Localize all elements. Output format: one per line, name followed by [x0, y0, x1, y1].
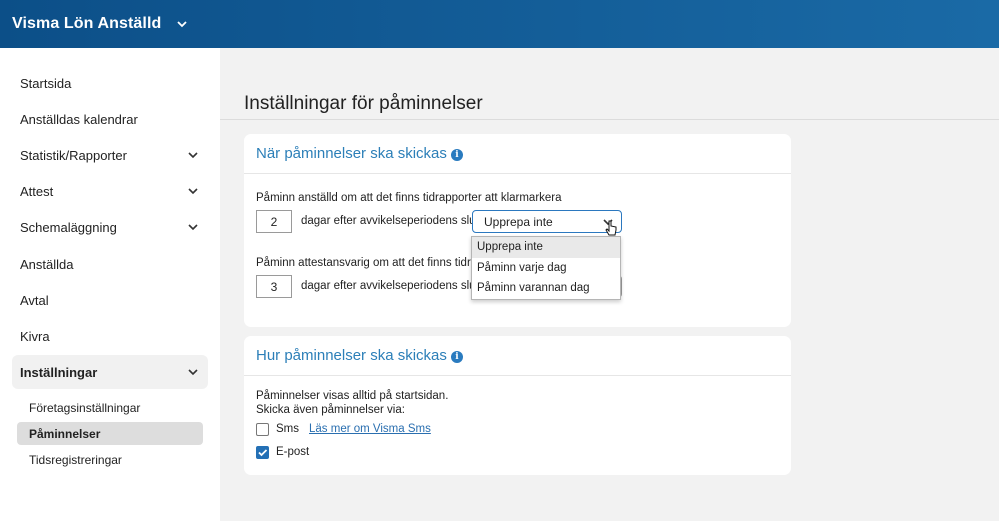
email-label: E-post	[276, 446, 310, 458]
page-title: Inställningar för påminnelser	[244, 93, 483, 114]
sms-checkbox[interactable]	[256, 423, 269, 436]
chevron-down-icon	[186, 148, 200, 162]
sidebar-item-anstallda[interactable]: Anställda	[12, 247, 208, 281]
sms-info-link[interactable]: Läs mer om Visma Sms	[309, 423, 431, 435]
email-checkbox[interactable]	[256, 446, 269, 459]
mouse-cursor-icon	[604, 220, 620, 240]
approver-reminder-label: Påminn attestansvarig om att det finns t…	[256, 257, 490, 269]
card-header: Hur påminnelser ska skickas i	[244, 336, 791, 376]
how-card: Hur påminnelser ska skickas i Påminnelse…	[244, 336, 791, 475]
sidebar-subitem-paminnelser[interactable]: Påminnelser	[17, 422, 203, 445]
sidebar-subitem-label: Företagsinställningar	[29, 400, 141, 415]
sidebar-subitem-label: Tidsregistreringar	[29, 452, 122, 467]
dropdown-option[interactable]: Påminn varannan dag	[472, 278, 620, 299]
sidebar-item-attest[interactable]: Attest	[12, 174, 208, 208]
info-text: Skicka även påminnelser via:	[256, 404, 405, 416]
approver-days-input[interactable]: 3	[256, 275, 292, 298]
sidebar-item-anstalldas-kalendrar[interactable]: Anställdas kalendrar	[12, 102, 208, 136]
card-heading: Hur påminnelser ska skickas	[256, 347, 447, 364]
info-icon[interactable]: i	[450, 350, 463, 363]
sidebar-item-kivra[interactable]: Kivra	[12, 319, 208, 353]
sidebar-item-label: Anställda	[20, 256, 74, 272]
chevron-down-icon	[186, 184, 200, 198]
check-icon	[258, 449, 268, 457]
sidebar-item-label: Schemaläggning	[20, 219, 117, 235]
approver-days-suffix: dagar efter avvikelseperiodens slut	[301, 280, 479, 292]
sidebar-item-label: Avtal	[20, 292, 49, 308]
repeat-dropdown-list: Upprepa inte Påminn varje dag Påminn var…	[471, 236, 621, 300]
sidebar-item-startsida[interactable]: Startsida	[12, 66, 208, 100]
sidebar-item-avtal[interactable]: Avtal	[12, 283, 208, 317]
chevron-down-icon[interactable]	[175, 17, 189, 31]
main-content: Inställningar för påminnelser När påminn…	[220, 48, 999, 521]
app-header: Visma Lön Anställd	[0, 0, 999, 48]
sidebar-item-statistik-rapporter[interactable]: Statistik/Rapporter	[12, 138, 208, 172]
sidebar-item-label: Anställdas kalendrar	[20, 111, 138, 127]
sidebar-item-label: Kivra	[20, 328, 50, 344]
repeat-select-value: Upprepa inte	[484, 214, 553, 229]
dropdown-option[interactable]: Upprepa inte	[472, 237, 620, 258]
dropdown-option[interactable]: Påminn varje dag	[472, 258, 620, 279]
app-title: Visma Lön Anställd	[12, 15, 162, 32]
sidebar-item-label: Inställningar	[20, 364, 98, 380]
sms-label: Sms	[276, 423, 299, 435]
card-header: När påminnelser ska skickas i	[244, 134, 791, 174]
sidebar-item-label: Startsida	[20, 75, 72, 91]
employee-reminder-label: Påminn anställd om att det finns tidrapp…	[256, 192, 562, 204]
sidebar: Startsida Anställdas kalendrar Statistik…	[0, 48, 220, 521]
sidebar-item-schemalaggning[interactable]: Schemaläggning	[12, 210, 208, 244]
chevron-down-icon	[186, 365, 200, 379]
employee-days-input[interactable]: 2	[256, 210, 292, 233]
sidebar-item-label: Attest	[20, 183, 54, 199]
sidebar-item-label: Statistik/Rapporter	[20, 147, 127, 163]
employee-days-suffix: dagar efter avvikelseperiodens slut	[301, 215, 479, 227]
chevron-down-icon	[186, 220, 200, 234]
sidebar-subitem-label: Påminnelser	[29, 426, 101, 441]
info-icon[interactable]: i	[450, 148, 463, 161]
sidebar-subitem-tidsregistreringar[interactable]: Tidsregistreringar	[17, 448, 203, 471]
sidebar-item-installningar[interactable]: Inställningar	[12, 355, 208, 389]
repeat-select[interactable]: Upprepa inte	[472, 210, 622, 233]
when-card: När påminnelser ska skickas i Påminn ans…	[244, 134, 791, 327]
card-heading: När påminnelser ska skickas	[256, 145, 447, 162]
info-text: Påminnelser visas alltid på startsidan.	[256, 390, 449, 402]
sidebar-subitem-foretagsinstallningar[interactable]: Företagsinställningar	[17, 396, 203, 419]
divider	[220, 119, 999, 120]
